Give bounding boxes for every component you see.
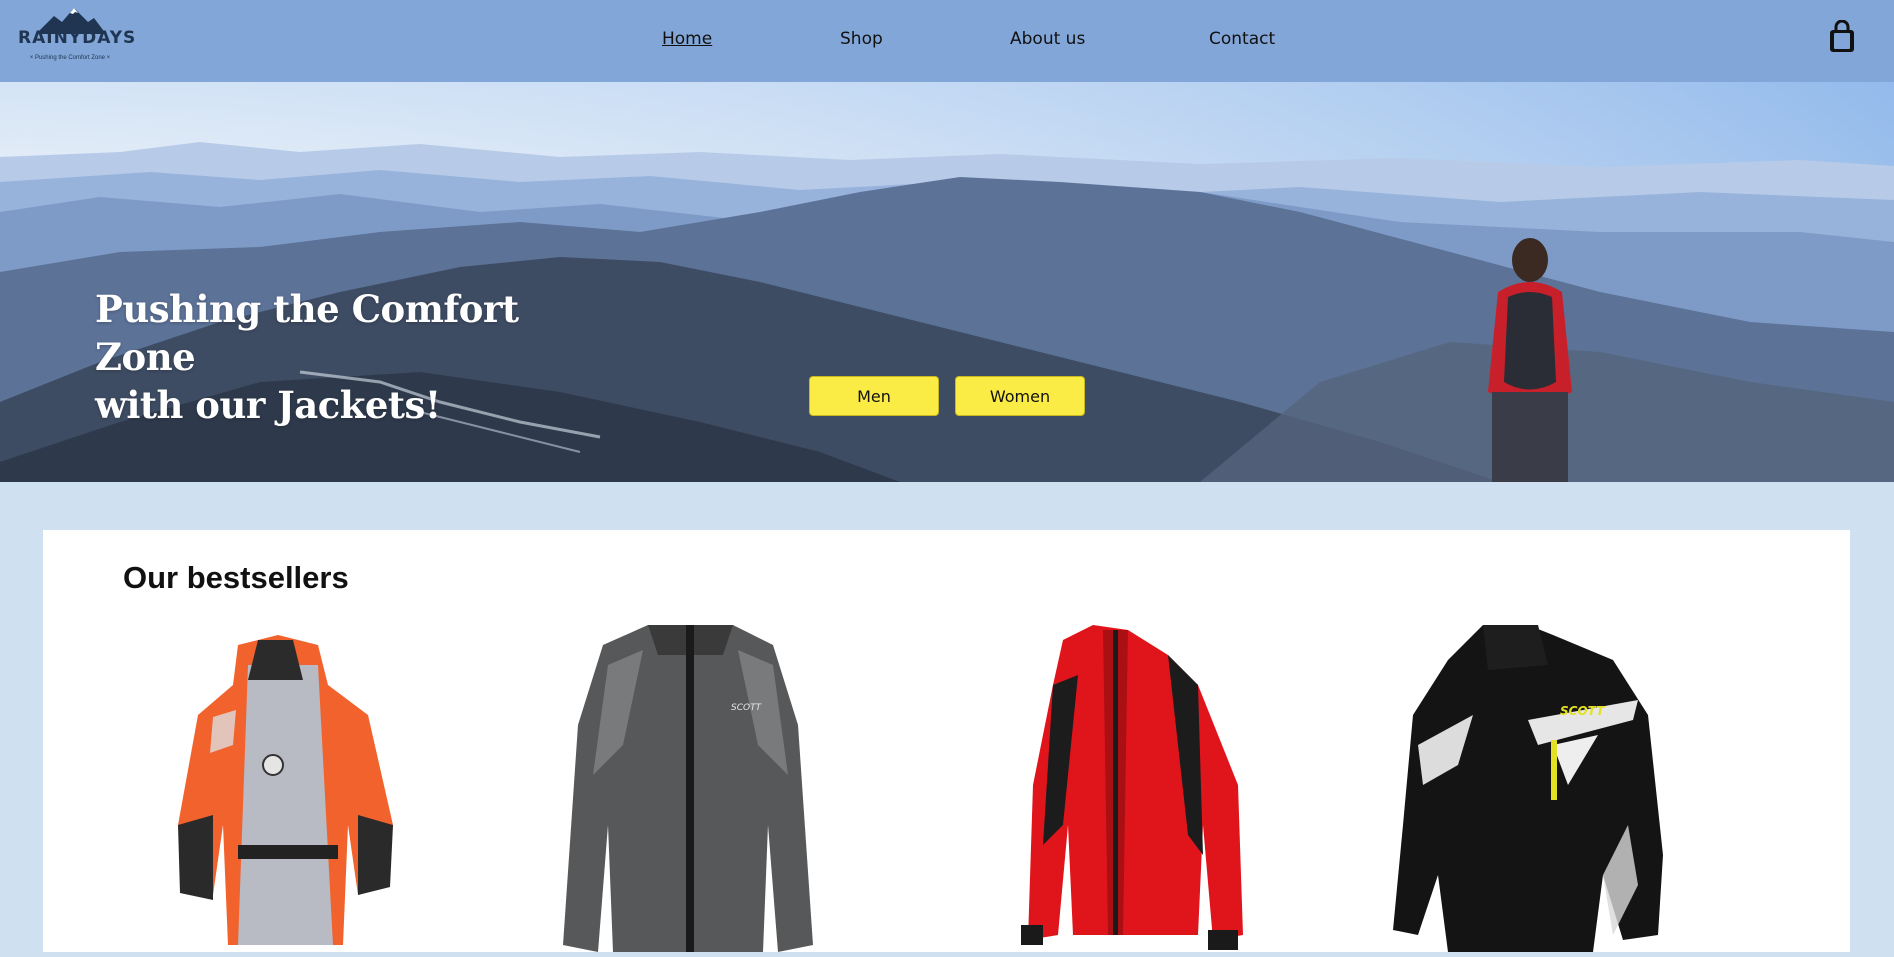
logo-tagline: × Pushing the Comfort Zone × xyxy=(29,55,111,61)
logo-wordmark: RAINYDAYS xyxy=(18,28,137,48)
men-button[interactable]: Men xyxy=(809,376,939,416)
product-card-2[interactable]: SCOTT xyxy=(523,625,843,952)
orange-grey-jacket-image xyxy=(178,635,393,945)
product-card-1[interactable] xyxy=(118,625,438,952)
svg-text:SCOTT: SCOTT xyxy=(1560,704,1605,718)
bestsellers-heading: Our bestsellers xyxy=(123,560,349,595)
grey-windbreaker-image: SCOTT xyxy=(563,625,813,952)
red-cycling-jacket-image xyxy=(1021,625,1243,950)
svg-text:SCOTT: SCOTT xyxy=(731,703,763,713)
black-motocross-jacket-image: SCOTT xyxy=(1393,625,1663,952)
site-header: RAINYDAYS × Pushing the Comfort Zone × H… xyxy=(0,0,1894,82)
product-card-4[interactable]: SCOTT xyxy=(1378,625,1698,952)
hero-headline-line-2: with our Jackets! xyxy=(95,383,441,427)
product-card-3[interactable] xyxy=(953,625,1273,952)
nav-contact-link[interactable]: Contact xyxy=(1209,29,1275,49)
bestsellers-section: Our bestsellers SCOTT SCOTT xyxy=(43,530,1850,952)
women-button[interactable]: Women xyxy=(955,376,1085,416)
hero-banner: Pushing the Comfort Zone with our Jacket… xyxy=(0,82,1894,482)
nav-about-link[interactable]: About us xyxy=(1010,29,1085,49)
shopping-bag-icon[interactable] xyxy=(1828,19,1856,59)
hero-headline: Pushing the Comfort Zone with our Jacket… xyxy=(95,285,615,429)
hero-headline-line-1: Pushing the Comfort Zone xyxy=(95,287,519,379)
rainydays-logo[interactable]: RAINYDAYS × Pushing the Comfort Zone × xyxy=(18,8,137,68)
nav-shop-link[interactable]: Shop xyxy=(840,29,883,49)
nav-home-link[interactable]: Home xyxy=(662,29,712,49)
